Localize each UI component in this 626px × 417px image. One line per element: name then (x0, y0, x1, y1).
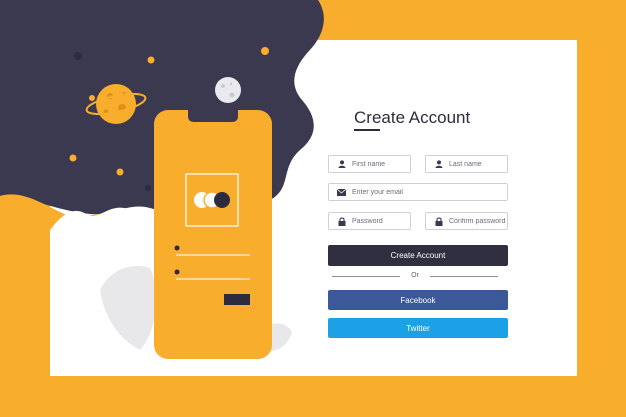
title-underline (354, 129, 380, 131)
facebook-button[interactable]: Facebook (328, 290, 508, 310)
lock-icon (434, 217, 443, 226)
user-icon (337, 160, 346, 169)
confirm-password-field[interactable] (425, 212, 508, 230)
divider-line-right (430, 276, 498, 277)
confirm-password-input[interactable] (449, 217, 507, 225)
background-illustration (0, 0, 577, 376)
create-account-button[interactable]: Create Account (328, 245, 508, 266)
email-input[interactable] (352, 188, 507, 196)
last-name-field[interactable] (425, 155, 508, 173)
first-name-field[interactable] (328, 155, 411, 173)
first-name-input[interactable] (352, 160, 410, 168)
user-icon (434, 160, 443, 169)
lock-icon (337, 217, 346, 226)
envelope-icon (337, 188, 346, 197)
divider-line-left (332, 276, 400, 277)
twitter-button[interactable]: Twitter (328, 318, 508, 338)
moon-icon (215, 77, 241, 103)
page-title: Create Account (354, 108, 471, 127)
last-name-input[interactable] (449, 160, 507, 168)
phone-illustration (154, 110, 272, 359)
divider-label: Or (411, 272, 419, 279)
password-input[interactable] (352, 217, 410, 225)
email-field[interactable] (328, 183, 508, 201)
password-field[interactable] (328, 212, 411, 230)
